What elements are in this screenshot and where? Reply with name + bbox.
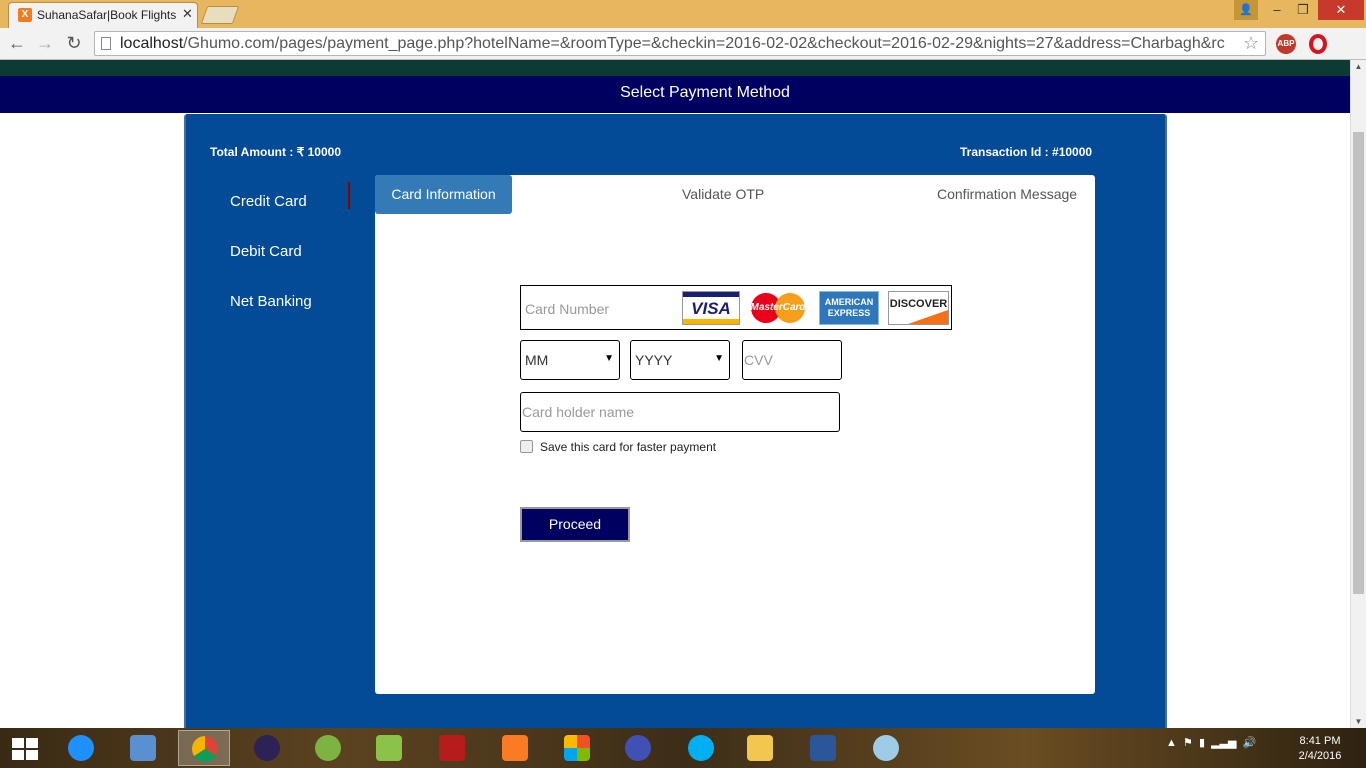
page-viewport: Select Payment Method Total Amount : ₹ 1… [0, 60, 1350, 728]
visa-logo: VISA [682, 291, 740, 325]
media-player-icon[interactable] [612, 730, 664, 766]
android-studio-icon[interactable] [302, 730, 354, 766]
tab-validate-otp[interactable]: Validate OTP [682, 175, 764, 214]
tab-confirmation-message[interactable]: Confirmation Message [937, 175, 1077, 214]
total-amount: Total Amount : ₹ 10000 [210, 145, 341, 159]
minimize-button[interactable]: – [1264, 0, 1290, 20]
mastercard-logo-text: MasterCard [750, 302, 806, 313]
xampp-icon[interactable] [489, 730, 541, 766]
card-form-container: Card Information Validate OTP Confirmati… [375, 175, 1095, 694]
active-method-indicator [348, 182, 350, 209]
tab-card-information[interactable]: Card Information [375, 175, 512, 214]
proceed-button[interactable]: Proceed [520, 507, 630, 542]
cvv-input[interactable]: CVV [742, 340, 842, 380]
xampp-favicon-icon: X [18, 8, 32, 22]
top-nav-strip [0, 60, 1350, 76]
adblock-plus-icon[interactable]: ABP [1276, 34, 1296, 54]
chrome-taskbar-icon[interactable] [178, 730, 230, 766]
method-debit-card[interactable]: Debit Card [230, 243, 302, 260]
address-bar[interactable]: localhost/Ghumo.com/pages/payment_page.p… [94, 31, 1266, 56]
reload-icon[interactable]: ↻ [63, 32, 85, 54]
internet-explorer-icon[interactable] [55, 730, 107, 766]
user-profile-icon[interactable]: 👤 [1234, 0, 1258, 20]
windows-taskbar: ▲ ⚑ ▮ ▂▃▅ 🔊 8:41 PM 2/4/2016 [0, 728, 1366, 768]
amex-logo-text: AMERICAN EXPRESS [824, 297, 874, 318]
visa-logo-text: VISA [691, 299, 731, 318]
expiry-month-select[interactable]: MM ▼ [520, 340, 620, 380]
expiry-year-select[interactable]: YYYY ▼ [630, 340, 730, 380]
save-card-label: Save this card for faster payment [540, 440, 717, 454]
paint-icon[interactable] [860, 730, 912, 766]
clock-time: 8:41 PM [1299, 735, 1341, 747]
browser-toolbar: ← → ↻ localhost/Ghumo.com/pages/payment_… [0, 28, 1366, 82]
save-card-checkbox[interactable] [520, 440, 533, 453]
method-net-banking[interactable]: Net Banking [230, 293, 312, 310]
tab-title: SuhanaSafar|Book Flights, [37, 8, 177, 22]
transaction-id: Transaction Id : #10000 [960, 145, 1093, 159]
browser-tab[interactable]: X SuhanaSafar|Book Flights, ✕ [8, 2, 198, 28]
card-number-field: VISA MasterCard AMERICAN EXPRESS DISCOVE… [520, 285, 952, 330]
browser-title-bar: X SuhanaSafar|Book Flights, ✕ 👤 – ❐ ✕ [0, 0, 1366, 28]
notepad-plus-plus-icon[interactable] [363, 730, 415, 766]
discover-logo: DISCOVER [888, 291, 949, 325]
new-tab-button[interactable] [200, 6, 240, 24]
windows-start-icon[interactable] [12, 738, 38, 760]
scrollbar-thumb[interactable] [1353, 132, 1364, 594]
file-explorer-icon[interactable] [734, 730, 786, 766]
restore-button[interactable]: ❐ [1290, 0, 1316, 20]
forward-arrow-icon[interactable]: → [34, 32, 56, 54]
page-header: Select Payment Method [0, 76, 1350, 113]
acrobat-reader-icon[interactable] [426, 730, 478, 766]
this-pc-icon[interactable] [117, 730, 169, 766]
bookmark-star-icon[interactable]: ☆ [1243, 33, 1259, 54]
url-host: localhost [120, 35, 184, 52]
url-text[interactable]: localhost/Ghumo.com/pages/payment_page.p… [120, 35, 1240, 53]
card-holder-name-input[interactable]: Card holder name [520, 392, 840, 432]
vertical-scrollbar[interactable]: ▲ ▼ [1350, 60, 1366, 728]
cvv-placeholder: CVV [744, 352, 773, 368]
american-express-logo: AMERICAN EXPRESS [819, 291, 879, 325]
url-path: /Ghumo.com/pages/payment_page.php?hotelN… [183, 35, 1225, 52]
page-icon [101, 37, 111, 50]
method-credit-card[interactable]: Credit Card [230, 193, 307, 210]
dropdown-arrow-icon: ▼ [604, 353, 614, 364]
discover-logo-text: DISCOVER [889, 298, 948, 310]
payment-panel: Total Amount : ₹ 10000 Transaction Id : … [184, 114, 1167, 728]
eclipse-icon[interactable] [241, 730, 293, 766]
mastercard-logo: MasterCard [749, 291, 809, 325]
windows-store-icon[interactable] [551, 730, 603, 766]
microsoft-word-icon[interactable] [797, 730, 849, 766]
opera-extension-icon[interactable] [1309, 34, 1327, 54]
taskbar-clock[interactable]: 8:41 PM 2/4/2016 [1290, 734, 1350, 764]
window-close-button[interactable]: ✕ [1318, 0, 1364, 20]
back-arrow-icon[interactable]: ← [6, 32, 28, 54]
system-tray-icons[interactable]: ▲ ⚑ ▮ ▂▃▅ 🔊 [1166, 736, 1256, 749]
page-title: Select Payment Method [620, 84, 790, 101]
skype-icon[interactable] [675, 730, 727, 766]
expiry-month-value: MM [525, 352, 549, 368]
scroll-up-arrow-icon[interactable]: ▲ [1351, 62, 1366, 71]
scroll-down-arrow-icon[interactable]: ▼ [1351, 717, 1366, 726]
dropdown-arrow-icon: ▼ [714, 353, 724, 364]
clock-date: 2/4/2016 [1298, 750, 1342, 762]
card-holder-placeholder: Card holder name [522, 404, 635, 420]
expiry-year-value: YYYY [635, 352, 673, 368]
tab-close-icon[interactable]: ✕ [182, 6, 193, 22]
card-number-input[interactable] [523, 288, 677, 329]
